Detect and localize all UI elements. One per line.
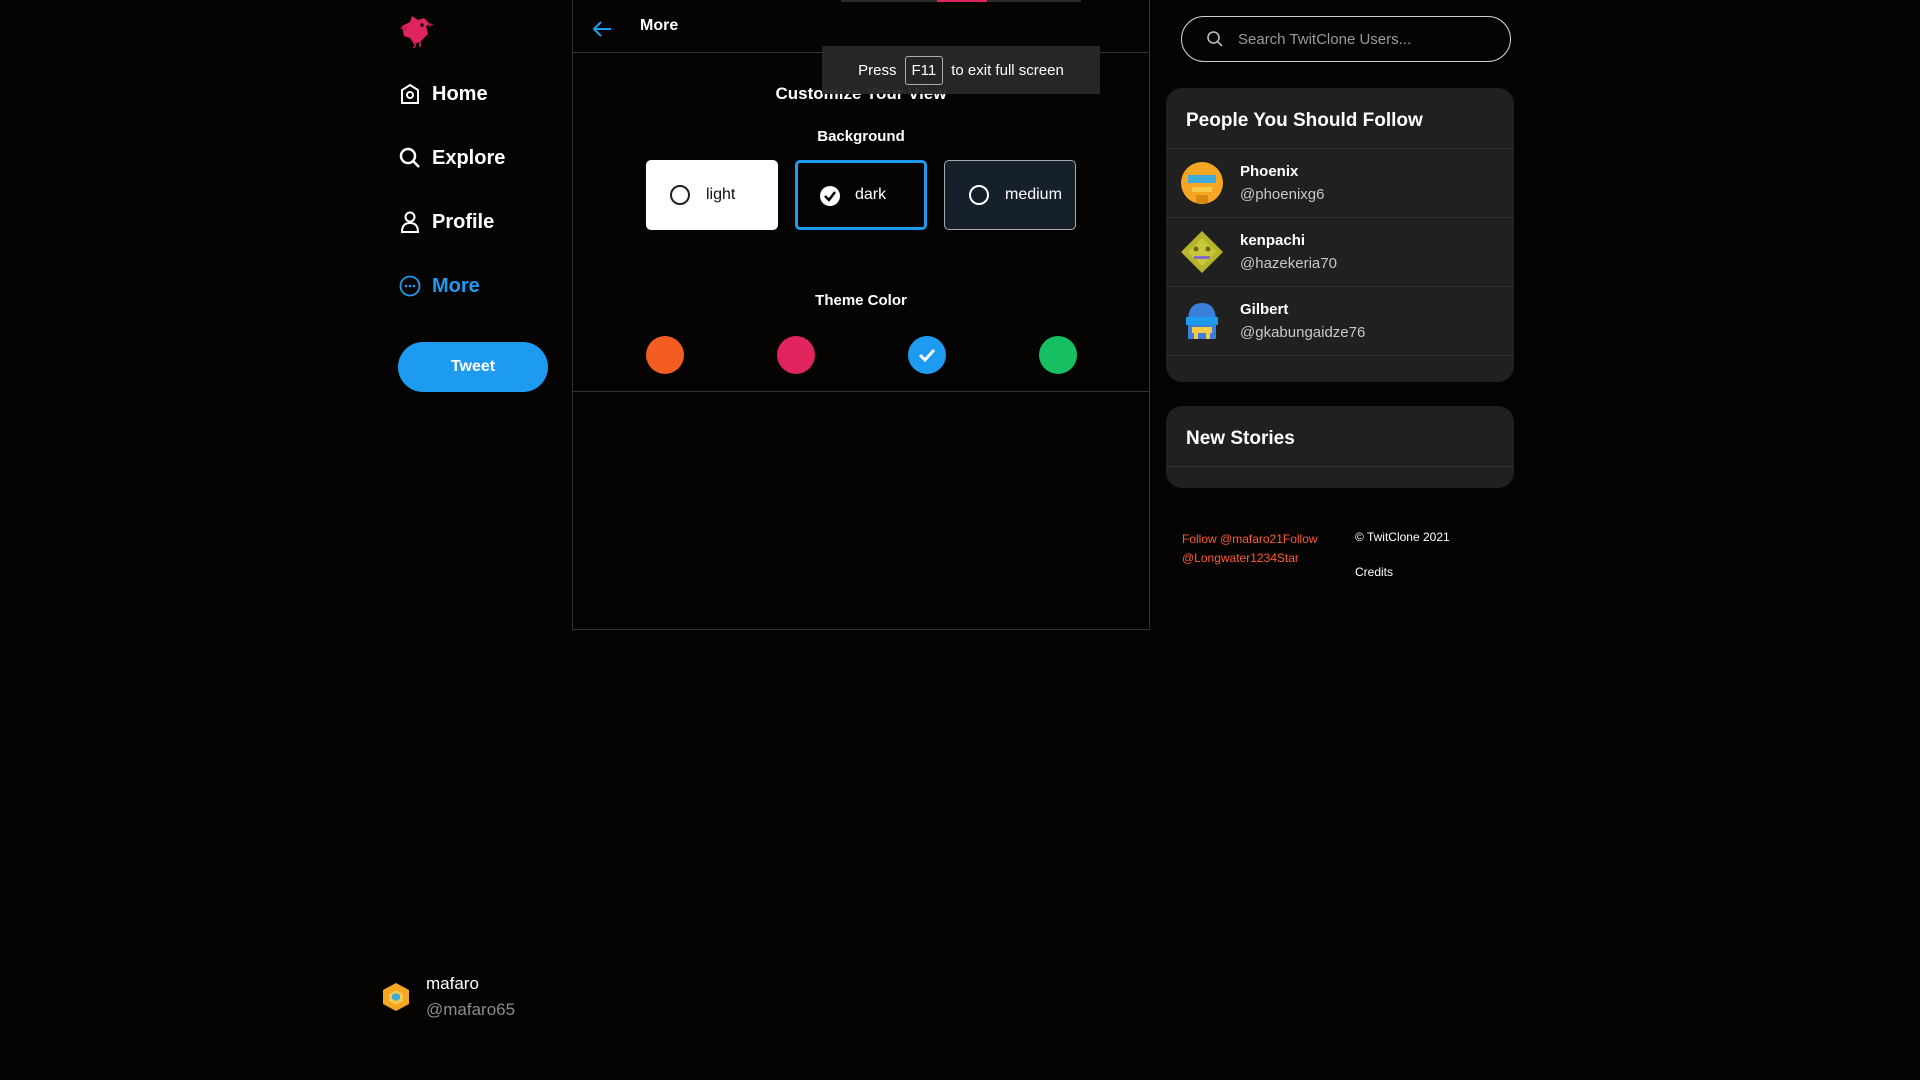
avatar bbox=[1186, 303, 1218, 339]
nav-explore-label: Explore bbox=[432, 146, 506, 169]
follow-handle: @gkabungaidze76 bbox=[1240, 324, 1366, 341]
fullscreen-hint-suffix: to exit full screen bbox=[951, 61, 1064, 79]
nav-explore[interactable]: Explore bbox=[398, 146, 505, 170]
checkmark-icon bbox=[918, 348, 936, 363]
who-to-follow-title: People You Should Follow bbox=[1186, 110, 1423, 131]
page-title: More bbox=[640, 17, 679, 34]
new-stories-card: New Stories bbox=[1166, 406, 1514, 488]
search-icon bbox=[1207, 31, 1223, 47]
nav-more[interactable]: More bbox=[398, 274, 480, 298]
avatar bbox=[1181, 162, 1223, 204]
search-box[interactable] bbox=[1181, 16, 1511, 62]
main-panel: More Press F11 to exit full screen Custo… bbox=[572, 0, 1150, 630]
follow-handle: @hazekeria70 bbox=[1240, 255, 1337, 272]
follow-handle: @phoenixg6 bbox=[1240, 186, 1325, 203]
follow-suggestion[interactable]: Gilbert @gkabungaidze76 bbox=[1166, 287, 1514, 356]
theme-color-label: Theme Color bbox=[815, 292, 907, 309]
fullscreen-hint-key: F11 bbox=[904, 55, 944, 85]
bird-logo-icon bbox=[400, 16, 434, 49]
account-switcher[interactable]: mafaro @mafaro65 bbox=[382, 974, 515, 1020]
back-arrow-icon[interactable] bbox=[591, 18, 613, 40]
theme-color-orange[interactable] bbox=[646, 336, 684, 374]
footer-links: Follow @mafaro21Follow @Longwater1234Sta… bbox=[1182, 530, 1332, 568]
footer-copyright: © TwitClone 2021 bbox=[1355, 530, 1450, 544]
divider bbox=[1166, 466, 1514, 467]
nav-home-label: Home bbox=[432, 82, 488, 105]
background-option-dark[interactable]: dark bbox=[795, 160, 927, 230]
tweet-button[interactable]: Tweet bbox=[398, 342, 548, 392]
nav-more-label: More bbox=[432, 274, 480, 297]
fullscreen-hint-prefix: Press bbox=[858, 61, 897, 79]
theme-color-pink[interactable] bbox=[777, 336, 815, 374]
nav-home[interactable]: Home bbox=[398, 82, 488, 106]
footer-link-mafaro[interactable]: Follow @mafaro21 bbox=[1182, 532, 1283, 546]
new-stories-title: New Stories bbox=[1186, 428, 1295, 449]
avatar bbox=[1181, 231, 1223, 273]
avatar bbox=[383, 983, 409, 1011]
follow-name: kenpachi bbox=[1240, 232, 1306, 249]
fullscreen-hint: Press F11 to exit full screen bbox=[822, 46, 1100, 94]
app-logo[interactable] bbox=[398, 14, 434, 49]
background-label: Background bbox=[817, 128, 905, 145]
background-option-light[interactable]: light bbox=[646, 160, 778, 230]
follow-name: Gilbert bbox=[1240, 301, 1289, 318]
radio-unchecked-icon bbox=[670, 185, 690, 205]
theme-color-green[interactable] bbox=[1039, 336, 1077, 374]
radio-checked-icon bbox=[819, 185, 840, 206]
who-to-follow-card: People You Should Follow Phoenix @phoeni… bbox=[1166, 88, 1514, 382]
background-option-medium-label: medium bbox=[1005, 186, 1062, 203]
follow-list: Phoenix @phoenixg6 kenpachi @hazekeria70 bbox=[1166, 148, 1514, 356]
background-option-light-label: light bbox=[706, 186, 736, 203]
follow-name: Phoenix bbox=[1240, 163, 1299, 180]
footer-credits-link[interactable]: Credits bbox=[1355, 565, 1393, 579]
nav-profile[interactable]: Profile bbox=[398, 210, 494, 234]
follow-suggestion[interactable]: kenpachi @hazekeria70 bbox=[1166, 218, 1514, 287]
radio-unchecked-icon bbox=[969, 185, 989, 205]
home-icon bbox=[398, 82, 422, 106]
theme-color-blue[interactable] bbox=[908, 336, 946, 374]
account-name: mafaro bbox=[426, 974, 479, 993]
divider bbox=[573, 391, 1149, 392]
account-handle: @mafaro65 bbox=[426, 1000, 516, 1019]
more-icon bbox=[398, 274, 422, 298]
background-option-dark-label: dark bbox=[855, 186, 887, 203]
background-option-medium[interactable]: medium bbox=[944, 160, 1076, 230]
user-icon bbox=[398, 210, 422, 234]
search-input[interactable] bbox=[1236, 29, 1500, 49]
nav-profile-label: Profile bbox=[432, 210, 495, 233]
search-icon bbox=[398, 146, 422, 170]
follow-suggestion[interactable]: Phoenix @phoenixg6 bbox=[1166, 149, 1514, 218]
